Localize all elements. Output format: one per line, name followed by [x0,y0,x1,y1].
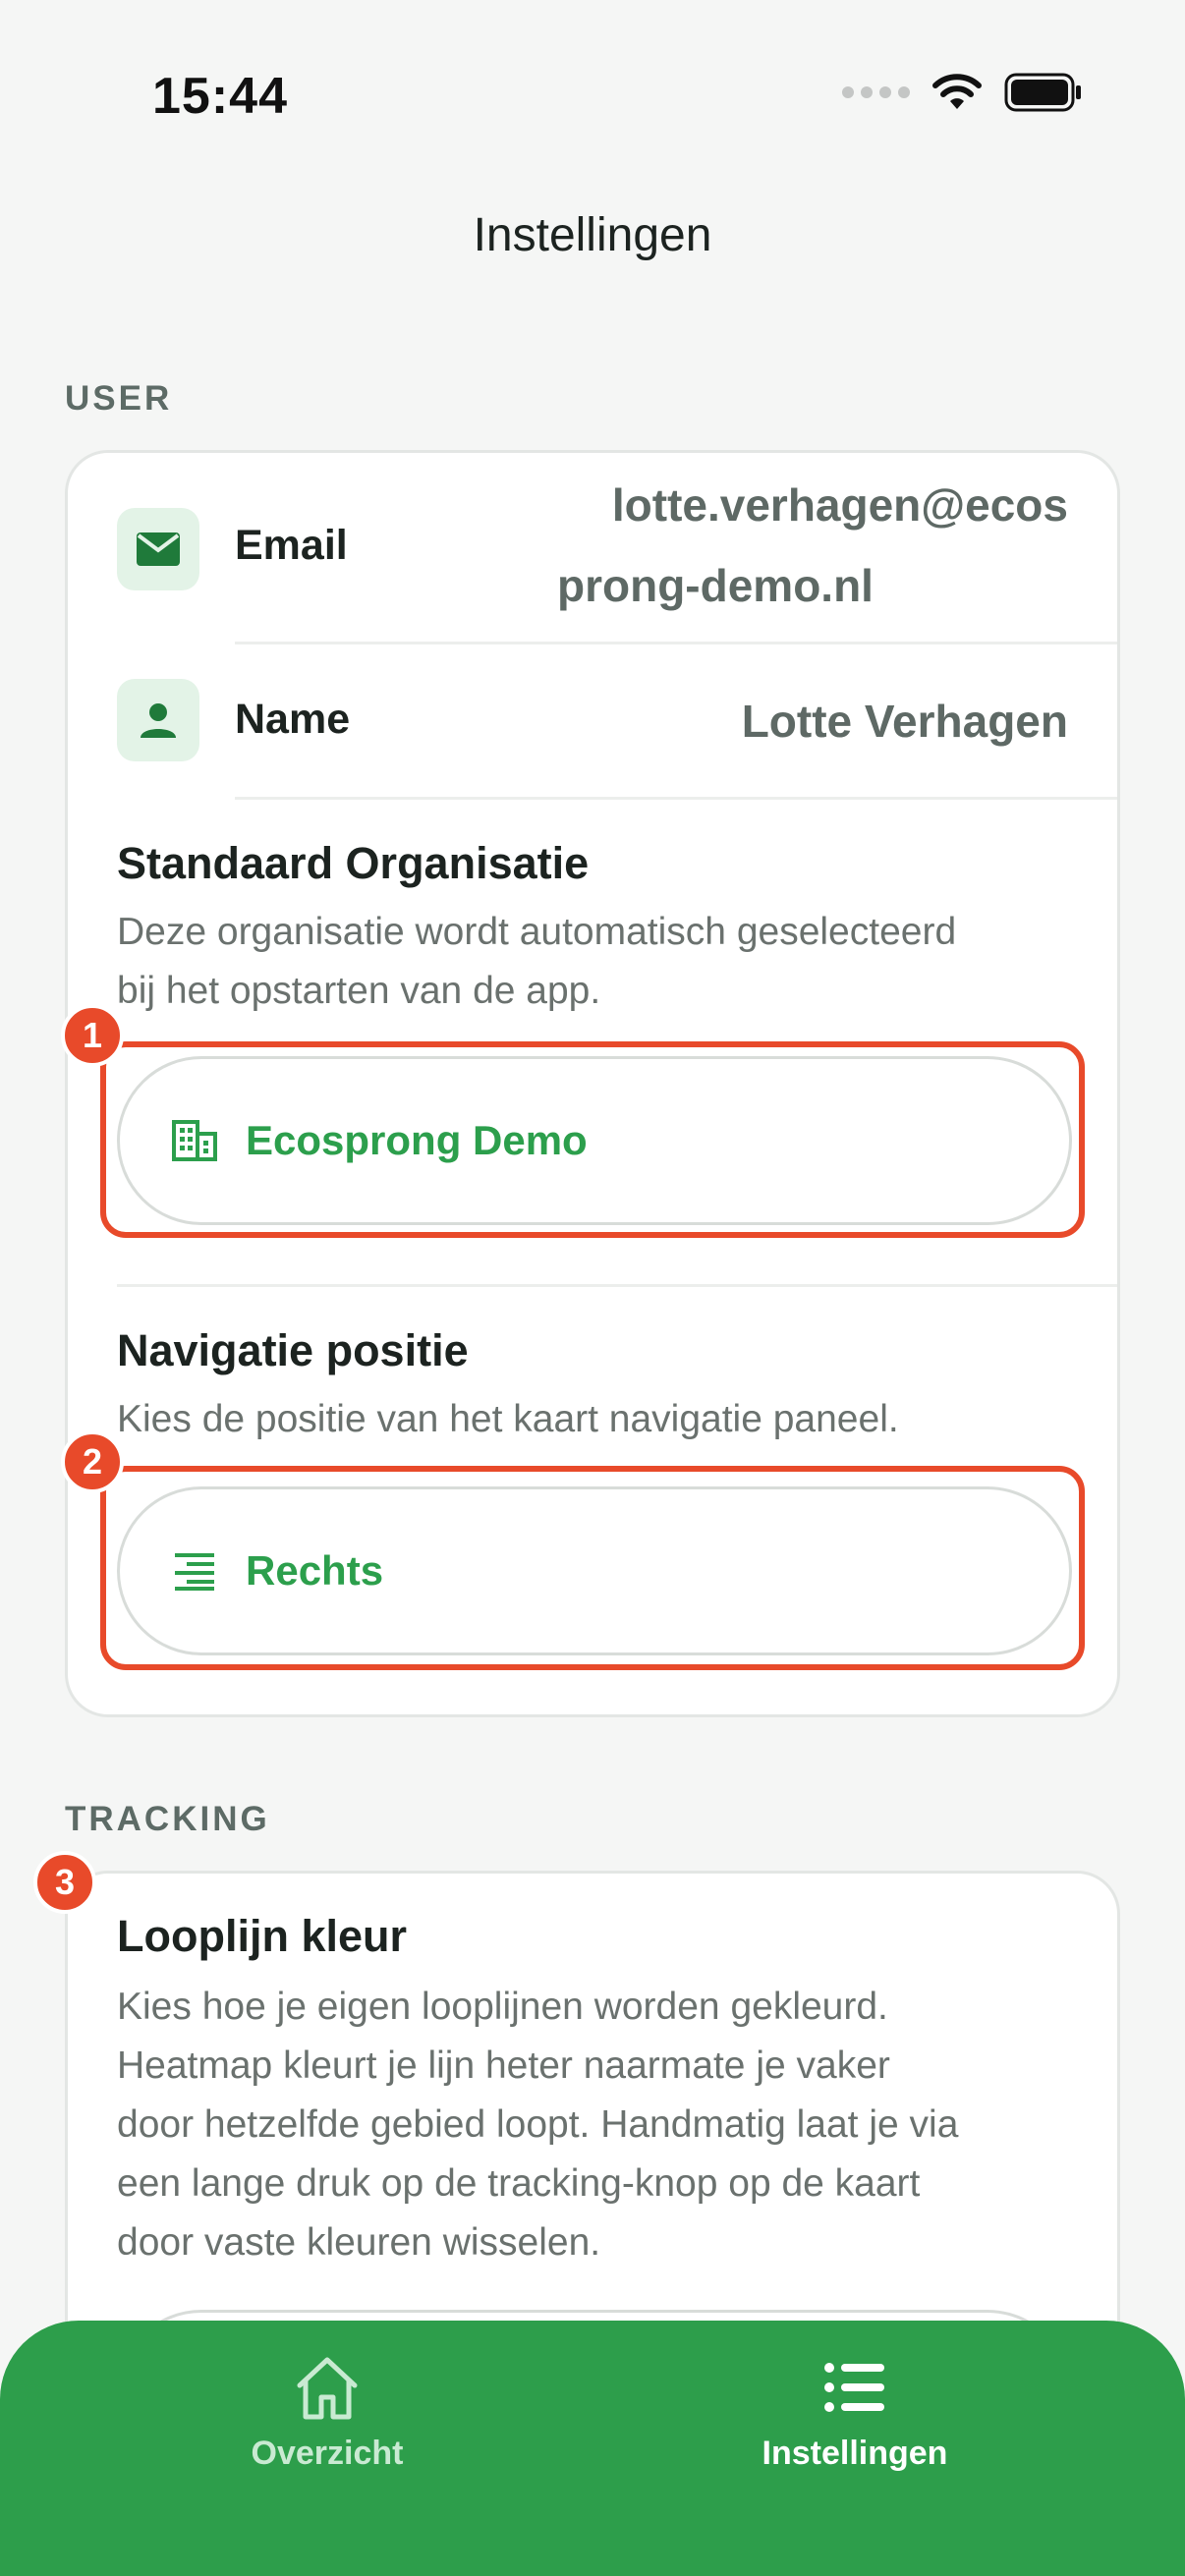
line-color-description: Kies hoe je eigen looplijnen worden gekl… [117,1978,1090,2272]
nav-position-select-value: Rechts [246,1547,384,1594]
status-icons [842,73,1083,112]
email-row[interactable]: Email lotte.verhagen@ecos prong-demo.nl [68,453,1117,642]
organization-select[interactable]: Ecosprong Demo [117,1056,1072,1225]
name-value: Lotte Verhagen [741,696,1068,747]
org-description-line-1: Deze organisatie wordt automatisch gesel… [117,911,957,953]
building-icon [171,1117,218,1164]
email-label: Email [235,522,348,569]
annotation-badge-3: 3 [33,1851,96,1914]
tab-overzicht[interactable]: Overzicht [131,2354,524,2473]
home-icon [297,2357,358,2420]
tracking-card: Looplijn kleur Kies hoe je eigen looplij… [65,1871,1120,2381]
tab-instellingen-label: Instellingen [762,2435,948,2472]
divider [117,1284,1117,1287]
line-color-description-line: een lange druk op de tracking-knop op de… [117,2162,921,2205]
name-label: Name [235,696,351,743]
line-color-description-line: door hetzelfde gebied loopt. Handmatig l… [117,2103,959,2146]
list-icon [824,2363,884,2412]
tab-bar: Overzicht Instellingen [0,2321,1185,2576]
nav-position-description: Kies de positie van het kaart navigatie … [117,1398,899,1440]
section-label-tracking: TRACKING [65,1800,270,1838]
line-color-description-line: Heatmap kleurt je lijn heter naarmate je… [117,2044,890,2087]
org-description: Deze organisatie wordt automatisch gesel… [117,903,1090,1021]
cellular-signal-icon [842,86,910,98]
nav-position-select[interactable]: Rechts [117,1486,1072,1655]
org-description-line-2: bij het opstarten van de app. [117,970,601,1012]
line-color-title: Looplijn kleur [117,1911,408,1961]
divider [235,797,1117,800]
name-row[interactable]: Name Lotte Verhagen [68,644,1117,798]
tab-instellingen[interactable]: Instellingen [658,2354,1051,2473]
battery-icon [1004,73,1081,112]
section-label-user: USER [65,379,173,418]
email-value: lotte.verhagen@ecos prong-demo.nl [557,465,1068,626]
email-value-line-2: prong-demo.nl [557,560,874,611]
annotation-badge-1: 1 [61,1004,124,1067]
email-value-line-1: lotte.verhagen@ecos [611,479,1068,531]
person-icon [117,679,199,761]
wifi-icon [932,74,982,109]
align-right-icon [171,1547,218,1595]
status-time: 15:44 [152,68,288,125]
line-color-description-line: Kies hoe je eigen looplijnen worden gekl… [117,1986,888,2028]
user-card: Email lotte.verhagen@ecos prong-demo.nl … [65,450,1120,1717]
nav-position-title: Navigatie positie [117,1325,469,1375]
organization-select-value: Ecosprong Demo [246,1117,588,1163]
line-color-description-line: door vaste kleuren wisselen. [117,2221,601,2264]
mail-icon [117,508,199,590]
page-title: Instellingen [473,209,712,261]
tab-overzicht-label: Overzicht [251,2435,404,2472]
org-title: Standaard Organisatie [117,838,590,888]
status-bar: 15:44 [0,0,1185,196]
annotation-badge-2: 2 [61,1430,124,1493]
